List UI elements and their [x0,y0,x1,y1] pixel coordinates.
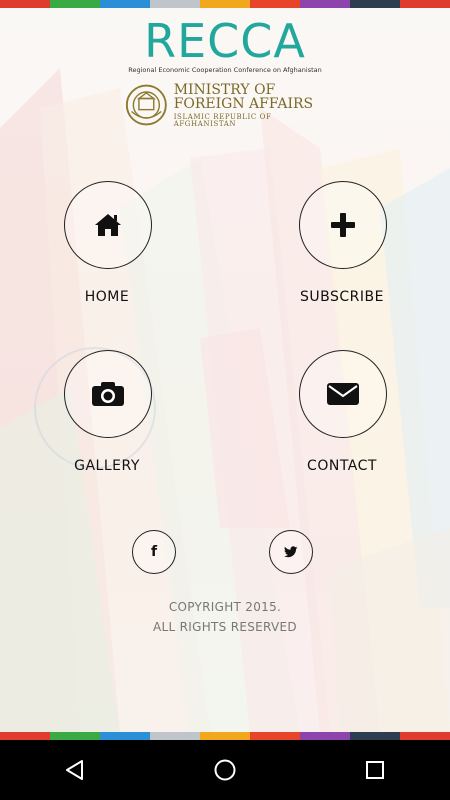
envelope-icon [327,383,359,405]
copyright-line1: COPYRIGHT 2015. [168,600,282,614]
stripe-segment [250,0,300,8]
stripe-segment [300,732,350,740]
ministry-line3: ISLAMIC REPUBLIC OF AFGHANISTAN [173,112,272,128]
camera-icon [92,382,124,406]
facebook-icon: f [150,544,158,560]
nav-back-button[interactable] [45,740,105,800]
stripe-segment [150,732,200,740]
brand-header: RECCA Regional Economic Cooperation Conf… [0,18,450,74]
recents-icon [366,761,384,779]
nav-home-button[interactable] [195,740,255,800]
bottom-color-stripe [0,732,450,740]
gallery-label[interactable]: GALLERY [47,458,167,474]
stripe-segment [350,732,400,740]
stripe-segment [400,0,450,8]
contact-button[interactable] [299,350,387,438]
stripe-segment [200,732,250,740]
ministry-logo: MINISTRY OF FOREIGN AFFAIRS ISLAMIC REPU… [125,80,325,130]
nav-recents-button[interactable] [345,740,405,800]
stripe-segment [250,732,300,740]
stripe-segment [100,732,150,740]
home-label[interactable]: HOME [47,289,167,305]
plus-icon [331,213,355,237]
back-icon [66,760,83,780]
gallery-button[interactable] [64,350,152,438]
twitter-button[interactable] [269,530,313,574]
stripe-segment [300,0,350,8]
stripe-segment [400,732,450,740]
stripe-segment [0,0,50,8]
ministry-line1: MINISTRY OF [173,81,276,98]
facebook-button[interactable]: f [132,530,176,574]
home-button[interactable] [64,181,152,269]
app-subtitle: Regional Economic Cooperation Conference… [128,66,322,74]
stripe-segment [350,0,400,8]
twitter-icon [284,546,298,558]
subscribe-button[interactable] [299,181,387,269]
app-title: RECCA [144,14,306,68]
emblem-icon [125,84,167,126]
stripe-segment [200,0,250,8]
stripe-segment [50,732,100,740]
ministry-line2: FOREIGN AFFAIRS [173,95,314,112]
home-circle-icon [214,759,236,781]
copyright-line2: ALL RIGHTS RESERVED [153,620,297,634]
stripe-segment [150,0,200,8]
stripe-segment [100,0,150,8]
system-navigation-bar [0,740,450,800]
stripe-segment [0,732,50,740]
contact-label[interactable]: CONTACT [282,458,402,474]
home-icon [95,214,121,236]
subscribe-label[interactable]: SUBSCRIBE [282,289,402,305]
stripe-segment [50,0,100,8]
top-color-stripe [0,0,450,8]
